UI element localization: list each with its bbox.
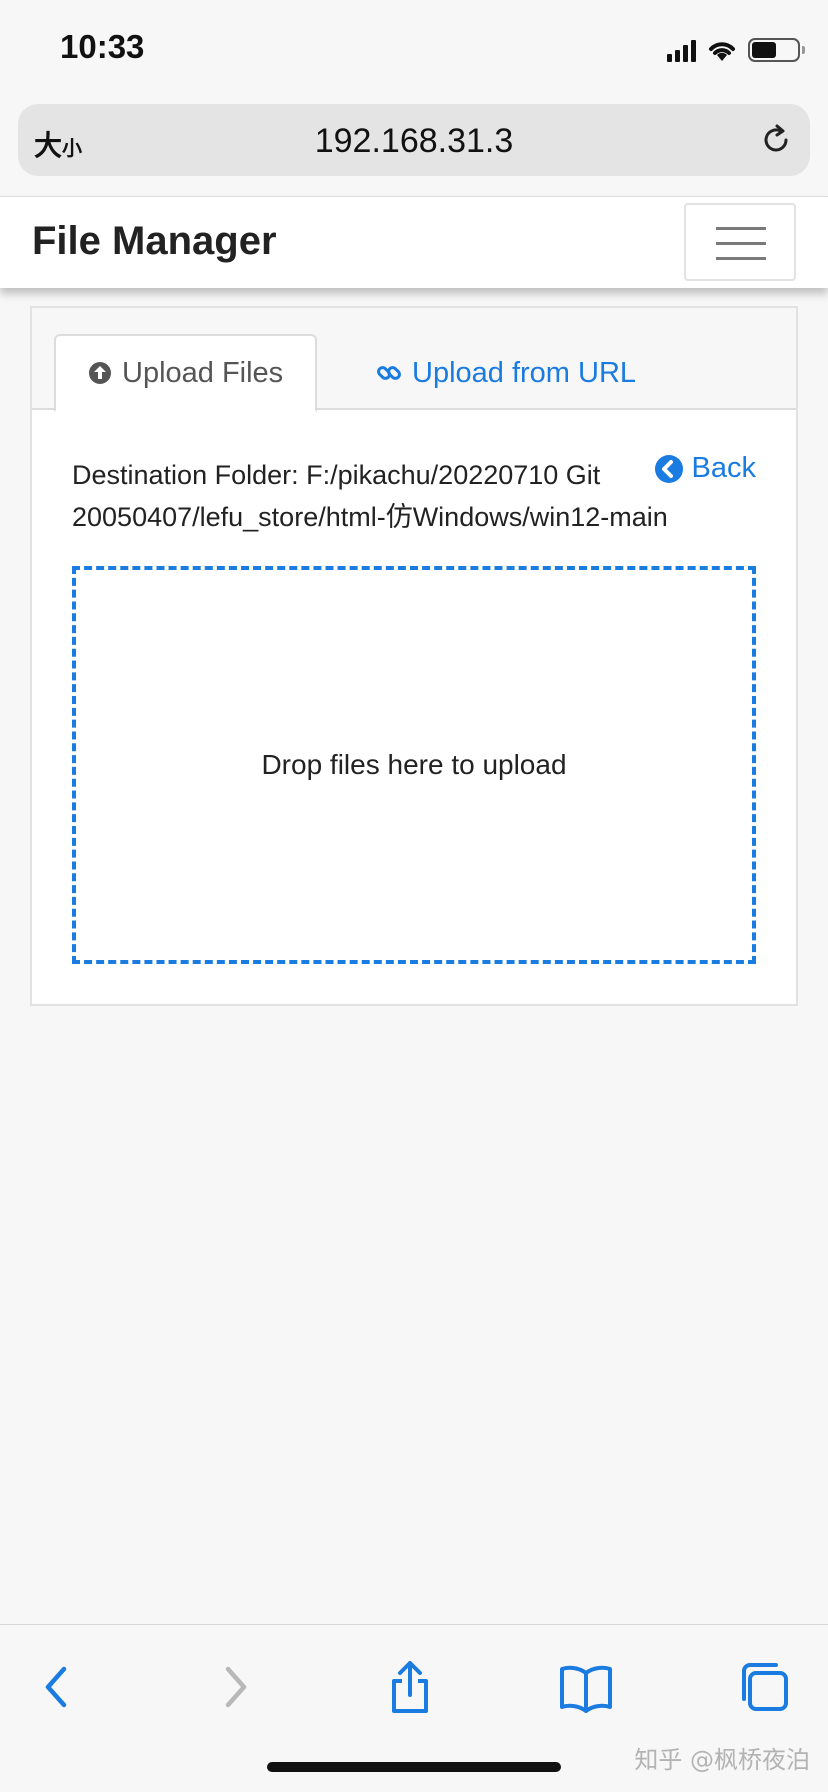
brand-title[interactable]: File Manager [32, 219, 277, 264]
menu-toggle-button[interactable] [684, 203, 796, 281]
hamburger-line [716, 257, 766, 260]
watermark: 知乎 @枫桥夜泊 [634, 1746, 810, 1774]
forward-arrow-icon[interactable] [202, 1655, 266, 1719]
tabs-icon[interactable] [732, 1655, 796, 1719]
back-label: Back [691, 452, 756, 484]
bookmarks-icon[interactable] [554, 1655, 618, 1719]
tab-bar: Upload Files Upload from URL [32, 308, 796, 412]
upload-card: Upload Files Upload from URL Destination… [30, 306, 798, 1006]
hamburger-line [716, 242, 766, 245]
navbar: File Manager [0, 196, 828, 288]
wifi-icon [709, 42, 735, 61]
address-bar[interactable]: 大小 192.168.31.3 [18, 104, 810, 176]
status-time: 10:33 [60, 28, 145, 65]
share-icon[interactable] [378, 1655, 442, 1719]
chevron-left-circle-icon [654, 454, 683, 483]
status-bar: 10:33 [0, 0, 828, 100]
reload-icon[interactable] [758, 122, 794, 158]
tab-label: Upload Files [122, 356, 284, 389]
link-icon [377, 366, 401, 380]
tab-upload-files[interactable]: Upload Files [54, 334, 318, 412]
tab-upload-from-url[interactable]: Upload from URL [344, 334, 668, 412]
dropzone[interactable]: Drop files here to upload [72, 566, 756, 964]
dropzone-text: Drop files here to upload [261, 749, 567, 780]
url-text[interactable]: 192.168.31.3 [18, 122, 810, 161]
battery-icon [748, 38, 805, 62]
hamburger-line [716, 227, 766, 230]
status-icons [667, 36, 805, 64]
back-arrow-icon[interactable] [26, 1655, 90, 1719]
arrow-circle-up-icon [89, 362, 111, 384]
tab-label: Upload from URL [412, 356, 637, 389]
home-indicator [267, 1762, 561, 1772]
cellular-signal-icon [667, 38, 696, 62]
back-link[interactable]: Back [647, 452, 756, 485]
